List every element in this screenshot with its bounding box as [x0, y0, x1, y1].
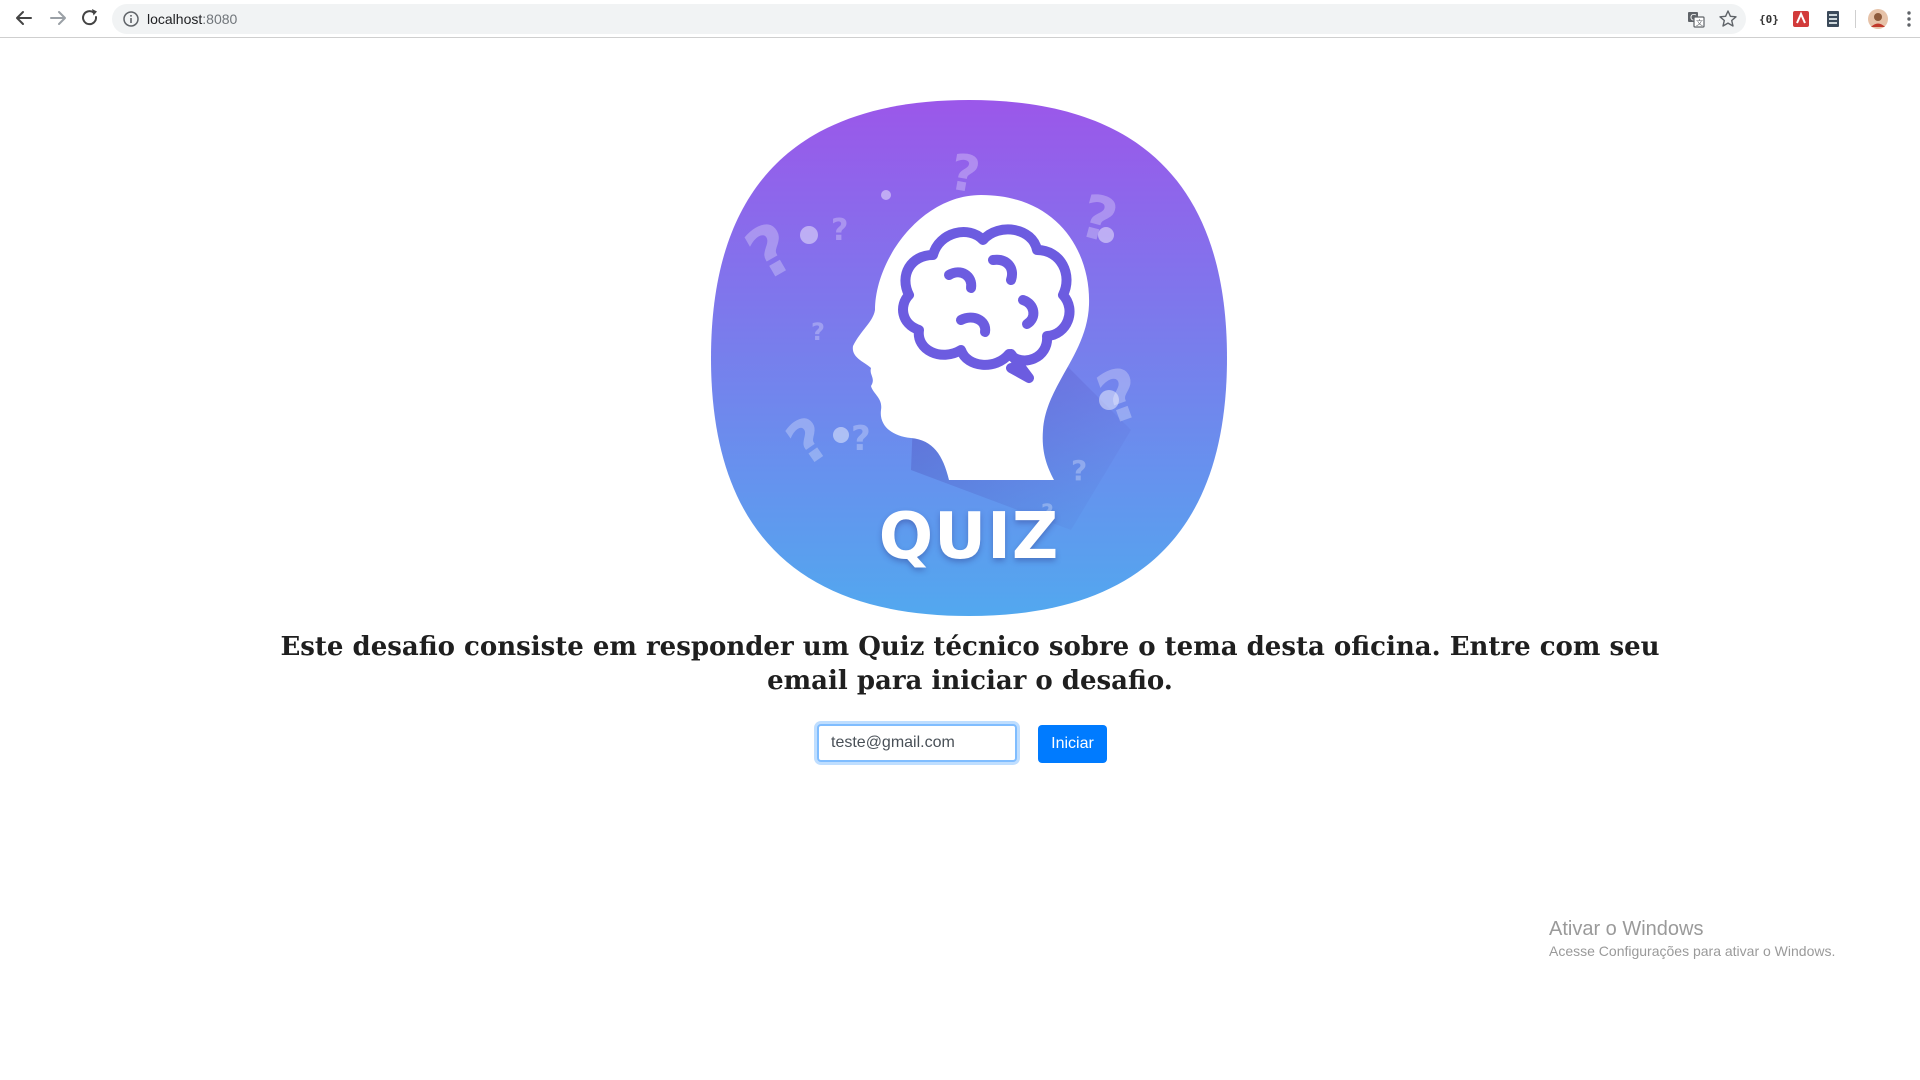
address-bar[interactable]: localhost:8080 G文 [112, 4, 1746, 34]
svg-text:{0}: {0} [1759, 13, 1778, 26]
url-host: localhost [147, 11, 203, 27]
extension-icon[interactable] [1791, 9, 1811, 29]
start-button[interactable]: Iniciar [1038, 725, 1107, 763]
extension-icon[interactable] [1823, 9, 1843, 29]
svg-text:?: ? [811, 318, 825, 346]
watermark-title: Ativar o Windows [1549, 918, 1704, 940]
page-description: Este desafio consiste em responder um Qu… [280, 632, 1660, 696]
translate-icon[interactable]: G文 [1686, 9, 1706, 29]
svg-text:文: 文 [1696, 18, 1703, 27]
back-icon[interactable] [10, 4, 38, 32]
email-field[interactable] [817, 724, 1017, 762]
forward-icon[interactable] [44, 4, 72, 32]
extension-icon[interactable]: {0} [1758, 9, 1779, 29]
windows-activation-watermark: Ativar o Windows Acesse Configurações pa… [1549, 916, 1835, 960]
svg-text:?: ? [831, 213, 848, 248]
watermark-subtitle: Acesse Configurações para ativar o Windo… [1549, 943, 1836, 959]
reload-icon[interactable] [76, 4, 104, 32]
svg-text:?: ? [1071, 454, 1087, 487]
menu-icon[interactable] [1899, 9, 1919, 29]
url-port: :8080 [202, 11, 238, 27]
browser-toolbar: localhost:8080 G文 {0} [0, 0, 1920, 38]
svg-text:?: ? [851, 419, 871, 459]
toolbar-separator [1855, 10, 1856, 28]
url-text: localhost:8080 [147, 11, 237, 27]
profile-avatar[interactable] [1867, 8, 1889, 30]
quiz-logo: ? ? ? ? ? ? ? ? ? ? ? [711, 100, 1227, 616]
logo-wordmark: QUIZ [878, 500, 1060, 574]
info-icon[interactable] [122, 10, 140, 28]
star-icon[interactable] [1718, 9, 1738, 29]
